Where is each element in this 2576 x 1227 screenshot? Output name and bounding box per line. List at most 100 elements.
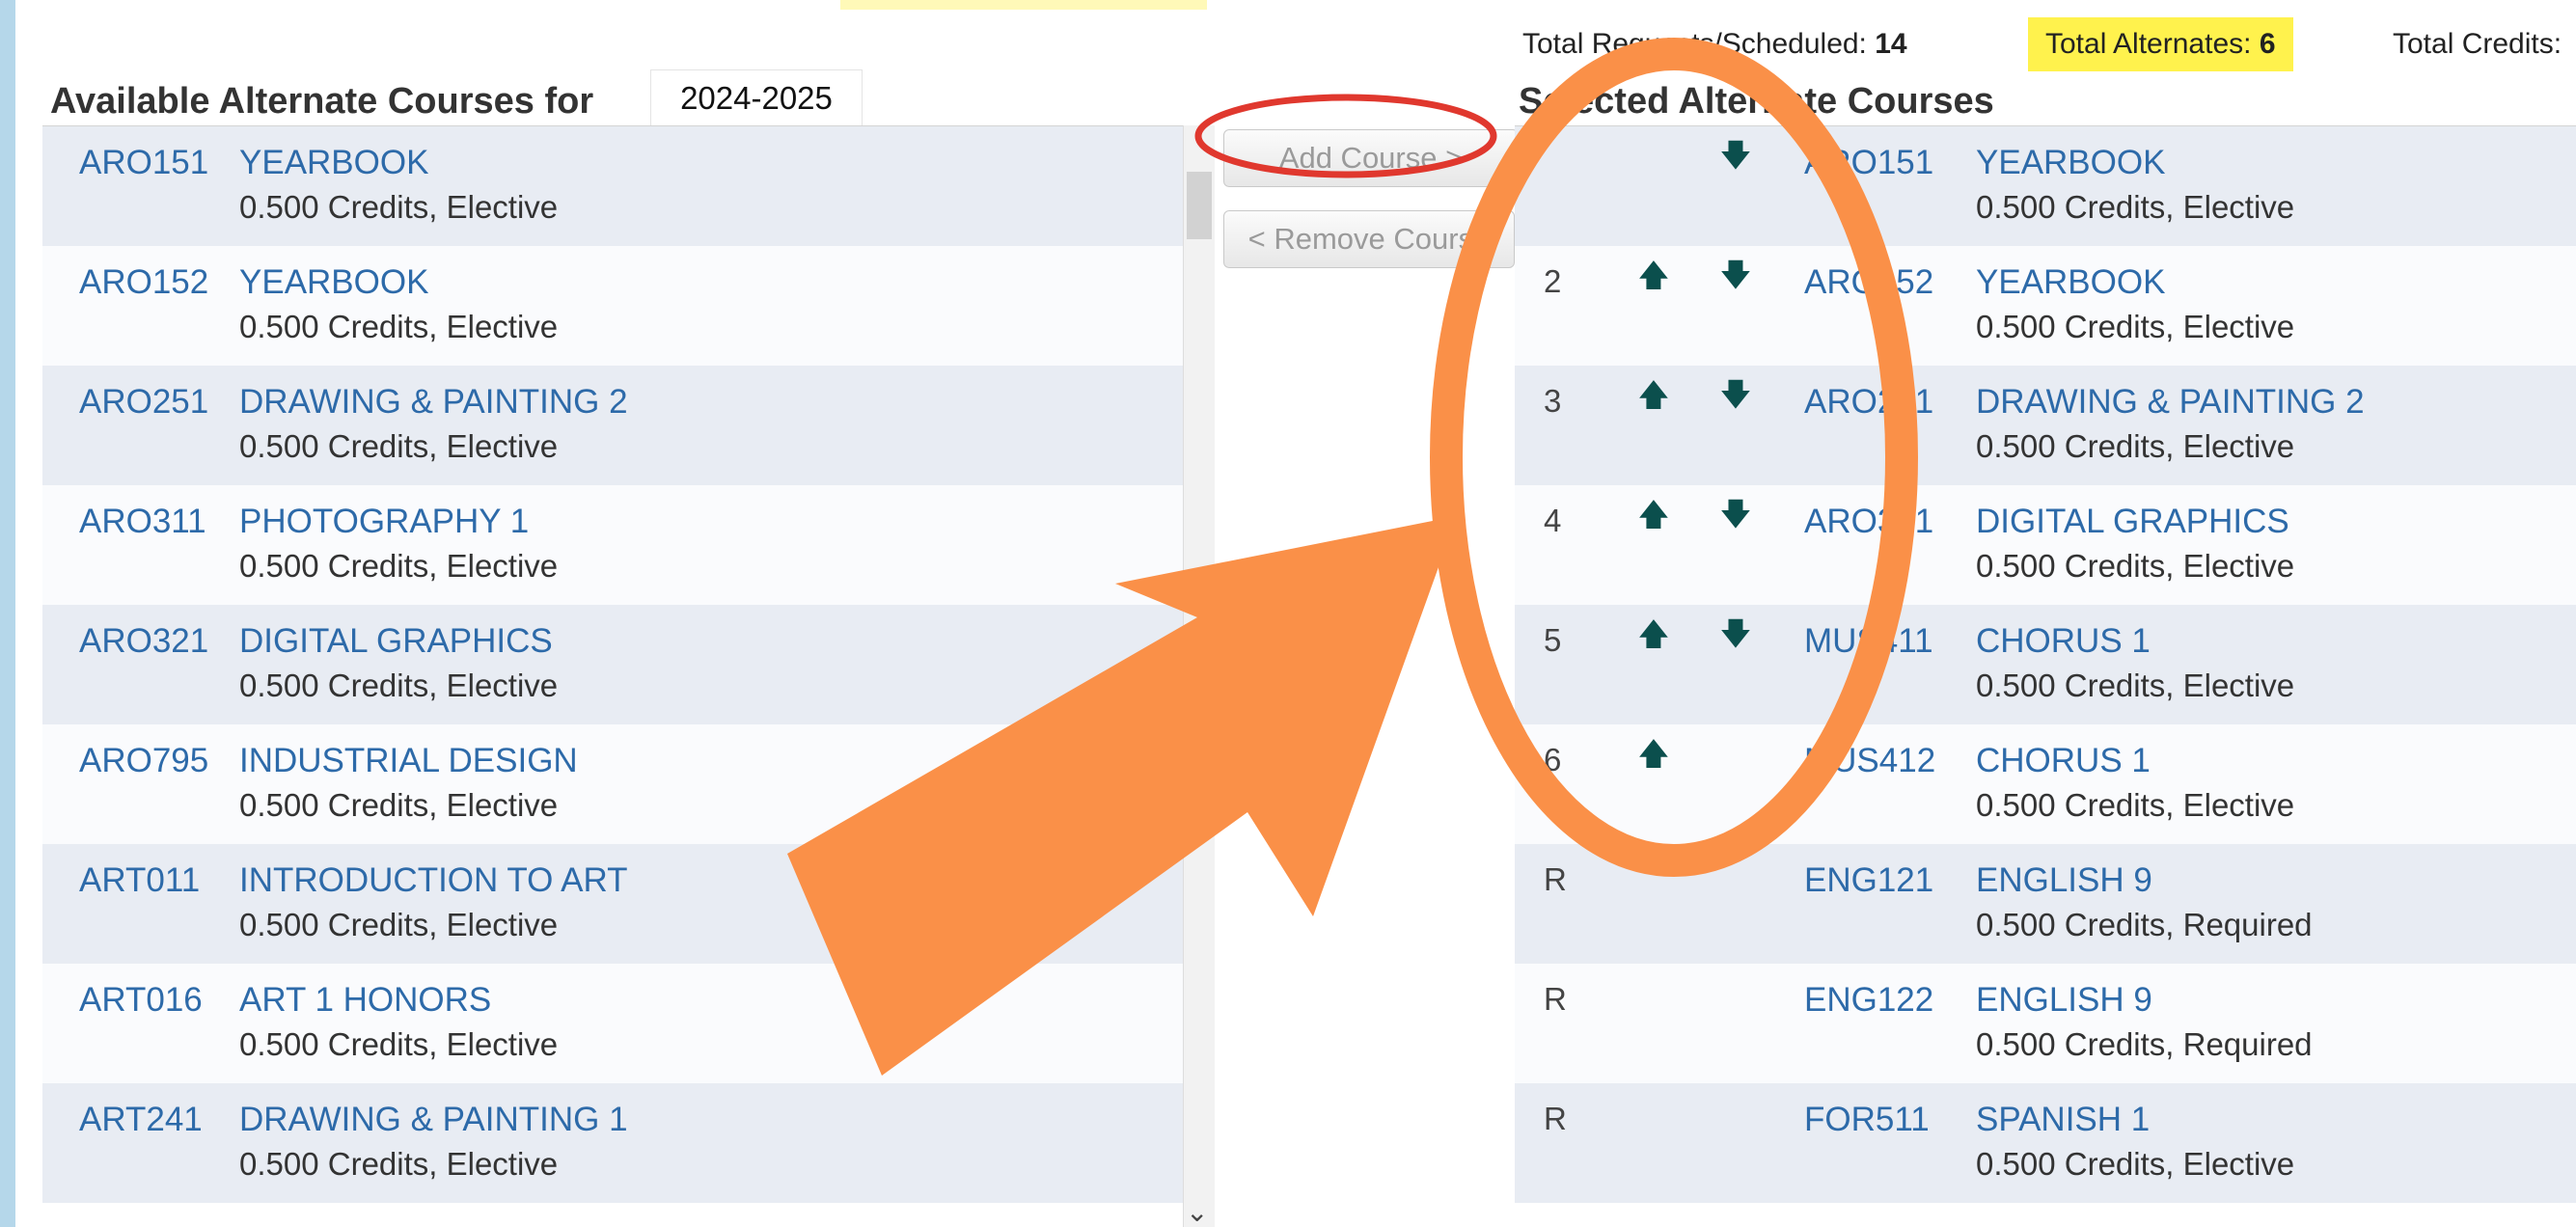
available-course-row[interactable]: ARO152 YEARBOOK 0.500 Credits, Elective [42, 246, 1200, 366]
available-course-row[interactable]: ARO311 PHOTOGRAPHY 1 0.500 Credits, Electi… [42, 485, 1200, 605]
priority-rank: 4 [1544, 503, 1562, 538]
available-course-row[interactable]: ARO321 DIGITAL GRAPHICS 0.500 Credits, Ele… [42, 605, 1200, 724]
course-credits-info: 0.500 Credits, Elective [239, 787, 559, 823]
course-credits-info: 0.500 Credits, Elective [239, 548, 559, 584]
priority-rank: R [1544, 981, 1567, 1017]
arrow-up-icon[interactable]: 🡅 [1636, 497, 1671, 532]
total-requests: Total Requests/Scheduled: 14 [1522, 28, 1907, 60]
available-course-row[interactable]: ARO151 YEARBOOK 0.500 Credits, Elective [42, 126, 1200, 246]
school-year-display[interactable]: 2024-2025 [650, 69, 863, 127]
arrow-down-icon[interactable]: 🡇 [1718, 377, 1753, 412]
selected-course-row[interactable]: 2 🡅 🡇 ARO152 YEARBOOK 0.500 Credits, Elective [1515, 246, 2576, 366]
arrow-down-icon[interactable]: 🡇 [1718, 616, 1753, 651]
course-code-link[interactable]: ARO251 [1804, 383, 1933, 422]
course-code-link[interactable]: ARO152 [1804, 263, 1933, 302]
course-code-link[interactable]: ARO251 [79, 383, 208, 422]
course-name-link[interactable]: DIGITAL GRAPHICS [1976, 503, 2289, 541]
course-code-link[interactable]: FOR511 [1804, 1101, 1930, 1139]
selected-course-row[interactable]: 4 🡅 🡇 ARO321 DIGITAL GRAPHICS 0.500 Credits, … [1515, 485, 2576, 605]
selected-course-list[interactable]: 🡇 ARO151 YEARBOOK 0.500 Credits, Elective 2 🡅… [1515, 125, 2576, 1227]
course-credits-info: 0.500 Credits, Elective [239, 428, 559, 464]
selected-course-row[interactable]: 5 🡅 🡇 MUS411 CHORUS 1 0.500 Credits, Elective [1515, 605, 2576, 724]
course-name-link[interactable]: DRAWING & PAINTING 1 [239, 1101, 628, 1139]
selected-course-row[interactable]: R FOR511 SPANISH 1 0.500 Credits, Elective [1515, 1083, 2576, 1203]
total-alternates: Total Alternates: 6 [2028, 17, 2293, 71]
course-code-link[interactable]: ARO151 [79, 144, 208, 182]
available-courses-title: Available Alternate Courses for [50, 81, 594, 122]
course-name-link[interactable]: ENGLISH 9 [1976, 861, 2152, 900]
course-name-link[interactable]: INTRODUCTION TO ART [239, 861, 628, 900]
course-code-link[interactable]: ARO152 [79, 263, 208, 302]
course-code-link[interactable]: ENG122 [1804, 981, 1933, 1020]
course-code-link[interactable]: ARO321 [1804, 503, 1933, 541]
arrow-down-icon[interactable]: 🡇 [1718, 497, 1753, 532]
available-course-list[interactable]: ARO151 YEARBOOK 0.500 Credits, Elective ARO… [42, 125, 1200, 1227]
selected-course-row[interactable]: 🡇 ARO151 YEARBOOK 0.500 Credits, Elective [1515, 126, 2576, 246]
priority-rank: R [1544, 1101, 1567, 1136]
course-credits-info: 0.500 Credits, Elective [239, 309, 559, 344]
course-code-link[interactable]: ART241 [79, 1101, 203, 1139]
selected-course-row[interactable]: 3 🡅 🡇 ARO251 DRAWING & PAINTING 2 0.500 Credi… [1515, 366, 2576, 485]
arrow-up-icon[interactable]: 🡅 [1636, 377, 1671, 412]
course-name-link[interactable]: CHORUS 1 [1976, 742, 2151, 780]
course-credits-info: 0.500 Credits, Elective [239, 1146, 559, 1182]
available-course-row[interactable]: ART241 DRAWING & PAINTING 1 0.500 Credits,… [42, 1083, 1200, 1203]
course-credits-info: 0.500 Credits, Required [1976, 907, 2313, 942]
course-code-link[interactable]: MUS412 [1804, 742, 1935, 780]
arrow-up-icon[interactable]: 🡅 [1636, 258, 1671, 292]
available-course-row[interactable]: ARO795 INDUSTRIAL DESIGN 0.500 Credits, El… [42, 724, 1200, 844]
selected-course-row[interactable]: R ENG121 ENGLISH 9 0.500 Credits, Required [1515, 844, 2576, 964]
course-name-link[interactable]: YEARBOOK [1976, 144, 2165, 182]
course-name-link[interactable]: YEARBOOK [239, 263, 428, 302]
highlight-strip [840, 0, 1207, 10]
course-name-link[interactable]: YEARBOOK [1976, 263, 2165, 302]
course-credits-info: 0.500 Credits, Required [1976, 1026, 2313, 1062]
total-credits: Total Credits: [2393, 28, 2562, 60]
course-code-link[interactable]: MUS411 [1804, 622, 1933, 661]
course-code-link[interactable]: ARO311 [79, 503, 206, 541]
chevron-down-icon[interactable]: ⌄ [1186, 1196, 1208, 1227]
scrollbar-thumb[interactable] [1187, 172, 1212, 239]
course-credits-info: 0.500 Credits, Elective [1976, 668, 2295, 703]
course-code-link[interactable]: ARO795 [79, 742, 208, 780]
available-list-scrollbar[interactable]: ⌄ [1183, 125, 1215, 1227]
course-code-link[interactable]: ART016 [79, 981, 203, 1020]
course-code-link[interactable]: ART011 [79, 861, 200, 900]
course-name-link[interactable]: SPANISH 1 [1976, 1101, 2150, 1139]
course-credits-info: 0.500 Credits, Elective [239, 1026, 559, 1062]
course-credits-info: 0.500 Credits, Elective [1976, 189, 2295, 225]
priority-rank: 5 [1544, 622, 1562, 658]
course-credits-info: 0.500 Credits, Elective [239, 907, 559, 942]
priority-rank: 6 [1544, 742, 1562, 777]
arrow-down-icon[interactable]: 🡇 [1718, 138, 1753, 173]
priority-rank: 2 [1544, 263, 1562, 299]
course-name-link[interactable]: PHOTOGRAPHY 1 [239, 503, 529, 541]
selected-course-row[interactable]: R ENG122 ENGLISH 9 0.500 Credits, Required [1515, 964, 2576, 1083]
course-credits-info: 0.500 Credits, Elective [239, 189, 559, 225]
course-name-link[interactable]: DRAWING & PAINTING 2 [1976, 383, 2365, 422]
course-credits-info: 0.500 Credits, Elective [1976, 787, 2295, 823]
arrow-up-icon[interactable]: 🡅 [1636, 616, 1671, 651]
available-course-row[interactable]: ART016 ART 1 HONORS 0.500 Credits, Electiv… [42, 964, 1200, 1083]
course-name-link[interactable]: ENGLISH 9 [1976, 981, 2152, 1020]
selected-courses-title: Selected Alternate Courses [1519, 81, 1994, 122]
course-credits-info: 0.500 Credits, Elective [1976, 548, 2295, 584]
arrow-down-icon[interactable]: 🡇 [1718, 258, 1753, 292]
course-name-link[interactable]: ART 1 HONORS [239, 981, 491, 1020]
course-name-link[interactable]: YEARBOOK [239, 144, 428, 182]
selected-course-row[interactable]: 6 🡅 MUS412 CHORUS 1 0.500 Credits, Elective [1515, 724, 2576, 844]
course-request-panel: Available Alternate Courses for 2024-202… [15, 0, 2576, 1227]
course-name-link[interactable]: CHORUS 1 [1976, 622, 2151, 661]
arrow-up-icon[interactable]: 🡅 [1636, 736, 1671, 771]
course-credits-info: 0.500 Credits, Elective [1976, 1146, 2295, 1182]
add-course-button[interactable]: Add Course > [1223, 129, 1519, 187]
course-name-link[interactable]: INDUSTRIAL DESIGN [239, 742, 578, 780]
course-code-link[interactable]: ARO321 [79, 622, 208, 661]
course-code-link[interactable]: ARO151 [1804, 144, 1933, 182]
available-course-row[interactable]: ART011 INTRODUCTION TO ART 0.500 Credits, … [42, 844, 1200, 964]
course-code-link[interactable]: ENG121 [1804, 861, 1933, 900]
remove-course-button[interactable]: < Remove Course [1223, 210, 1515, 268]
course-name-link[interactable]: DIGITAL GRAPHICS [239, 622, 553, 661]
available-course-row[interactable]: ARO251 DRAWING & PAINTING 2 0.500 Credits,… [42, 366, 1200, 485]
course-name-link[interactable]: DRAWING & PAINTING 2 [239, 383, 628, 422]
